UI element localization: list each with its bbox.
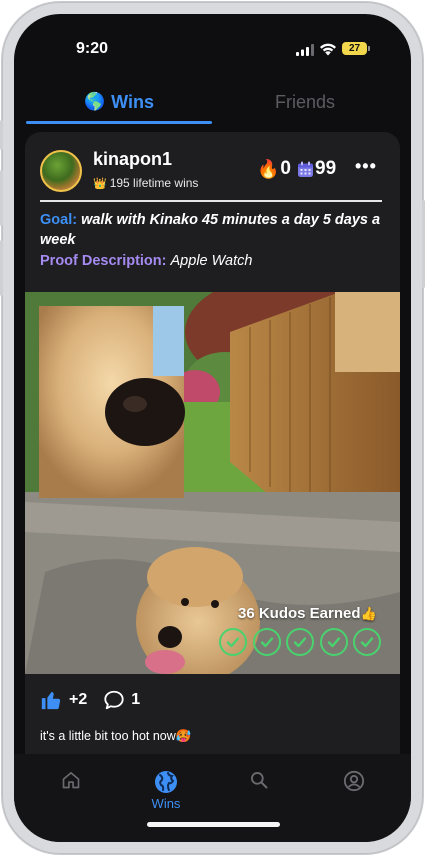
check-icon — [353, 628, 381, 656]
search-icon — [250, 772, 268, 789]
fire-icon: 🔥 — [257, 158, 280, 179]
globe-icon: 🌎 — [83, 92, 106, 111]
post-username[interactable]: kinapon1 — [93, 149, 172, 170]
like-count: +2 — [69, 691, 88, 708]
post-caption: it's a little bit too hot now🥵 — [40, 729, 192, 743]
check-icon — [286, 628, 314, 656]
home-icon — [62, 772, 80, 789]
lifetime-wins: 👑 195 lifetime wins — [93, 176, 198, 190]
comment-count: 1 — [131, 691, 141, 708]
globe-icon — [155, 771, 177, 793]
check-icon — [219, 628, 247, 656]
wifi-icon — [320, 43, 336, 56]
tab-friends[interactable]: Friends — [212, 80, 398, 124]
nav-profile[interactable] — [334, 770, 374, 792]
comment-icon[interactable] — [103, 689, 125, 711]
kudos-checks — [219, 628, 387, 656]
goal-text: walk with Kinako 45 minutes a day 5 days… — [40, 212, 381, 248]
kudos-text: 36 Kudos Earned — [238, 605, 361, 622]
nav-search[interactable] — [239, 770, 279, 790]
thumbs-up-icon[interactable] — [40, 689, 62, 711]
nav-home[interactable] — [51, 770, 91, 790]
streak-count: 0 — [280, 158, 291, 179]
post-card: kinapon1 👑 195 lifetime wins 🔥 0 99 ••• G… — [25, 132, 400, 772]
post-photo[interactable]: 36 Kudos Earned👍 — [25, 292, 400, 674]
status-bar: 9:20 27 — [14, 14, 411, 74]
home-indicator — [147, 822, 280, 827]
lifetime-wins-text: 195 lifetime wins — [109, 176, 199, 190]
goal-label: Goal: — [40, 212, 78, 228]
more-icon[interactable]: ••• — [355, 157, 377, 175]
kudos-earned: 36 Kudos Earned👍 — [238, 605, 377, 622]
profile-icon — [343, 770, 365, 792]
tab-wins-label: Wins — [111, 91, 154, 112]
tab-active-indicator — [26, 121, 212, 124]
post-stats: 🔥 0 99 — [257, 157, 342, 181]
check-icon — [252, 628, 281, 656]
post-actions: +2 1 — [40, 688, 140, 712]
screen: 9:20 27 🌎 Wins Friends kinapon1 👑 195 lif… — [14, 14, 411, 842]
status-time: 9:20 — [76, 40, 109, 57]
battery-icon: 27 — [342, 42, 370, 55]
avatar[interactable] — [40, 150, 82, 192]
side-button — [0, 240, 3, 296]
check-icon — [319, 628, 348, 656]
proof-description: Proof Description: Apple Watch — [40, 251, 385, 271]
side-button — [0, 120, 3, 150]
crown-icon: 👑 — [93, 178, 107, 190]
nav-wins[interactable]: Wins — [146, 770, 186, 811]
tab-wins[interactable]: 🌎 Wins — [26, 80, 212, 124]
goal: Goal: walk with Kinako 45 minutes a day … — [40, 210, 385, 250]
nav-wins-label: Wins — [151, 796, 181, 811]
side-button — [0, 170, 3, 226]
calendar-icon — [298, 161, 313, 177]
proof-text: Apple Watch — [170, 253, 253, 269]
proof-label: Proof Description: — [40, 253, 167, 269]
thumbs-up-icon: 👍 — [360, 606, 377, 621]
signal-icon — [296, 44, 314, 56]
divider — [40, 200, 382, 202]
calendar-count: 99 — [315, 158, 337, 179]
tab-bar: 🌎 Wins Friends — [26, 80, 398, 124]
bottom-nav: Wins — [14, 754, 411, 842]
tab-friends-label: Friends — [274, 91, 336, 112]
